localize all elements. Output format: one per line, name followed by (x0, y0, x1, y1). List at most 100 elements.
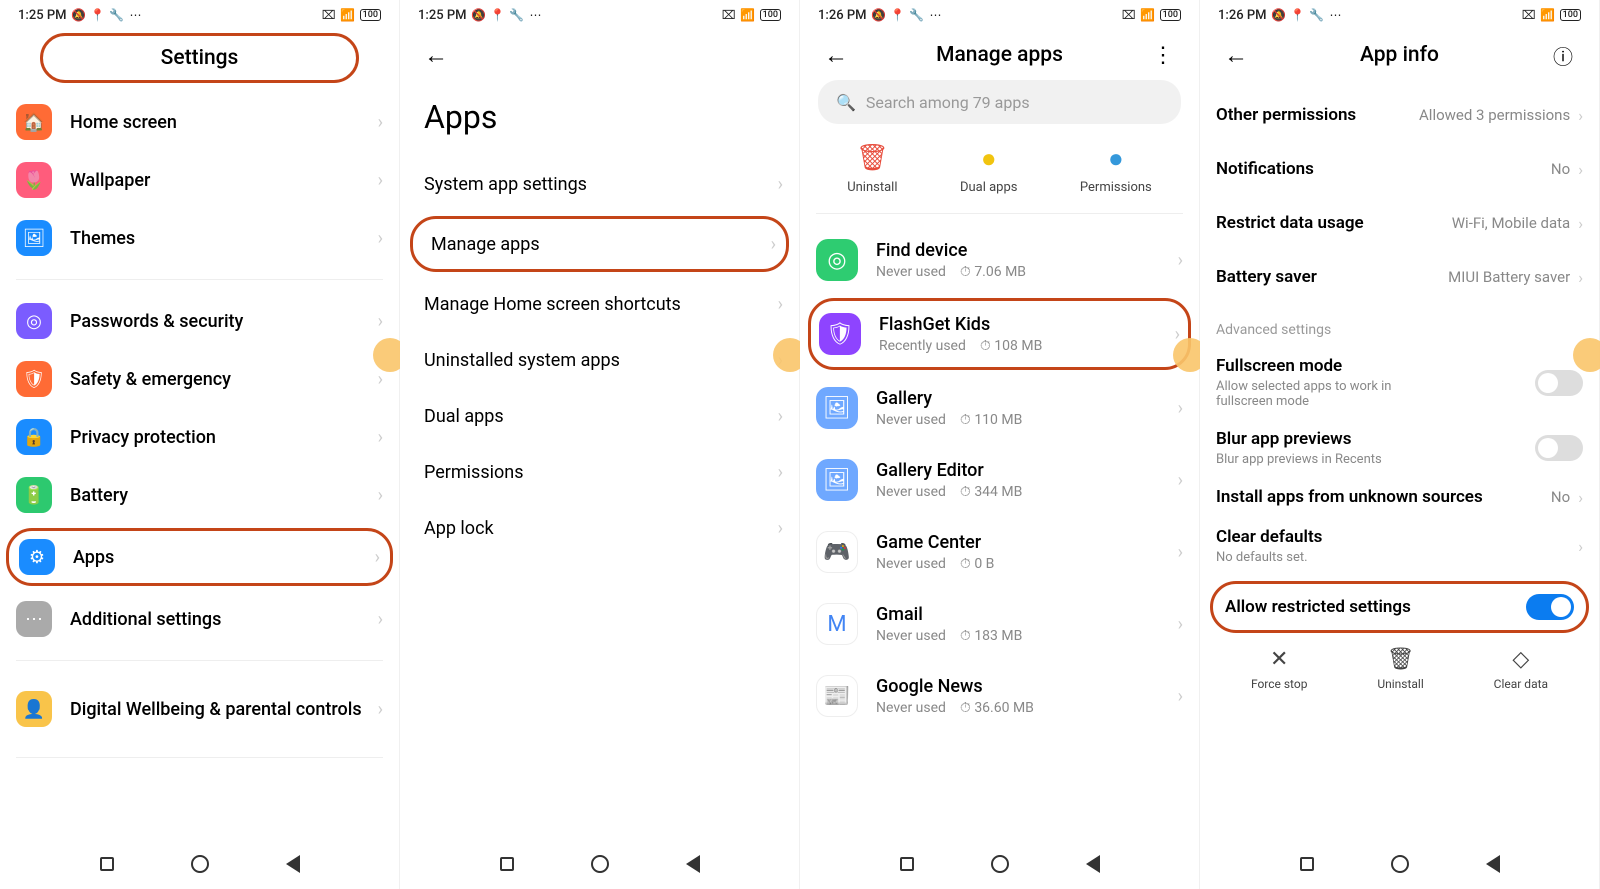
screen-settings: 1:25 PM 🔕 📍 🔧 ⋯ ⌧ 📶 100 Settings 🏠 Home … (0, 0, 400, 889)
app-icon: M (816, 603, 858, 645)
action-dual-apps[interactable]: ● Dual apps (960, 144, 1018, 195)
nav-recent[interactable] (96, 853, 118, 875)
dnd-icon: 🔕 (872, 8, 886, 22)
app-sub: Never used⏱ 110 MB (876, 412, 1178, 428)
row-icon: 🖼 (16, 220, 52, 256)
row-install-unknown[interactable]: Install apps from unknown sources No › (1216, 477, 1583, 517)
wifi-icon: 📶 (1541, 8, 1555, 22)
app-icon: 🖼 (816, 387, 858, 429)
chevron-right-icon: › (378, 485, 383, 506)
info-row-restrict-data-usage[interactable]: Restrict data usage Wi-Fi, Mobile data › (1216, 196, 1583, 250)
status-bar: 1:26 PM 🔕 📍 🔧 ⋯ ⌧ 📶 100 (1200, 0, 1599, 30)
apps-row-manage-apps[interactable]: Manage apps › (410, 216, 789, 272)
apps-row-uninstalled-system-apps[interactable]: Uninstalled system apps › (416, 332, 783, 388)
info-row-battery-saver[interactable]: Battery saver MIUI Battery saver › (1216, 250, 1583, 304)
nav-home[interactable] (989, 853, 1011, 875)
section-advanced: Advanced settings (1216, 322, 1583, 338)
settings-row-home-screen[interactable]: 🏠 Home screen › (16, 93, 383, 151)
apps-row-manage-home-screen-shortcuts[interactable]: Manage Home screen shortcuts › (416, 276, 783, 332)
app-row-flashget-kids[interactable]: 🛡 FlashGet Kids Recently used⏱ 108 MB › (808, 298, 1191, 370)
info-value: Allowed 3 permissions (1419, 106, 1570, 124)
settings-row-wallpaper[interactable]: 🌷 Wallpaper › (16, 151, 383, 209)
back-button[interactable]: ← (418, 37, 454, 73)
app-row-gallery-editor[interactable]: 🖼 Gallery Editor Never used⏱ 344 MB › (816, 444, 1183, 516)
page-title-apps: Apps (416, 80, 783, 156)
nav-home[interactable] (589, 853, 611, 875)
nav-back[interactable] (682, 853, 704, 875)
data-icon: ⌧ (1522, 8, 1536, 22)
back-button[interactable]: ← (818, 37, 854, 73)
row-allow-restricted[interactable]: Allow restricted settings (1210, 581, 1589, 633)
chevron-right-icon: › (1178, 686, 1183, 707)
chevron-right-icon: › (1178, 398, 1183, 419)
nav-home[interactable] (1389, 853, 1411, 875)
toggle-switch[interactable] (1535, 370, 1583, 396)
row-label: Privacy protection (70, 427, 378, 448)
nav-back[interactable] (1482, 853, 1504, 875)
divider (16, 660, 383, 661)
info-icon[interactable]: ⓘ (1545, 37, 1581, 73)
battery-icon: 100 (1560, 9, 1581, 21)
settings-row-battery[interactable]: 🔋 Battery › (16, 466, 383, 524)
battery-icon: 100 (760, 9, 781, 21)
row-icon: 🏠 (16, 104, 52, 140)
toggle-switch[interactable] (1535, 435, 1583, 461)
battery-icon: 100 (1160, 9, 1181, 21)
settings-row-additional-settings[interactable]: ⋯ Additional settings › (16, 590, 383, 648)
app-icon: 🖼 (816, 459, 858, 501)
more-icon: ⋯ (529, 8, 543, 22)
info-row-other-permissions[interactable]: Other permissions Allowed 3 permissions … (1216, 88, 1583, 142)
chevron-right-icon: › (1578, 160, 1583, 179)
chevron-right-icon: › (1178, 250, 1183, 271)
app-row-game-center[interactable]: 🎮 Game Center Never used⏱ 0 B › (816, 516, 1183, 588)
settings-row-themes[interactable]: 🖼 Themes › (16, 209, 383, 267)
settings-row-privacy-protection[interactable]: 🔒 Privacy protection › (16, 408, 383, 466)
baction-uninstall[interactable]: 🗑Uninstall (1377, 647, 1423, 691)
nav-bar (0, 839, 399, 889)
app-row-gallery[interactable]: 🖼 Gallery Never used⏱ 110 MB › (816, 372, 1183, 444)
row-label: Passwords & security (70, 311, 378, 332)
toggle-allow-restricted[interactable] (1526, 594, 1574, 620)
nav-recent[interactable] (896, 853, 918, 875)
app-row-gmail[interactable]: M Gmail Never used⏱ 183 MB › (816, 588, 1183, 660)
apps-row-permissions[interactable]: Permissions › (416, 444, 783, 500)
wrench-icon: 🔧 (1310, 8, 1324, 22)
app-name: FlashGet Kids (879, 314, 1175, 335)
action-uninstall[interactable]: 🗑 Uninstall (847, 144, 897, 195)
app-icon: ◎ (816, 239, 858, 281)
nav-back[interactable] (1082, 853, 1104, 875)
app-icon: 📰 (816, 675, 858, 717)
baction-icon: 🗑 (1387, 647, 1415, 672)
chevron-right-icon: › (1178, 470, 1183, 491)
nav-home[interactable] (189, 853, 211, 875)
app-row-google-news[interactable]: 📰 Google News Never used⏱ 36.60 MB › (816, 660, 1183, 732)
baction-label: Clear data (1494, 677, 1548, 691)
settings-row-digital-wellbeing-parental-controls[interactable]: 👤 Digital Wellbeing & parental controls … (16, 673, 383, 745)
toggle-row-fullscreen-mode[interactable]: Fullscreen mode Allow selected apps to w… (1216, 346, 1583, 419)
nav-back[interactable] (282, 853, 304, 875)
settings-row-safety-emergency[interactable]: 🛡 Safety & emergency › (16, 350, 383, 408)
back-button[interactable]: ← (1218, 37, 1254, 73)
nav-recent[interactable] (1296, 853, 1318, 875)
settings-row-passwords-security[interactable]: ◎ Passwords & security › (16, 292, 383, 350)
info-row-notifications[interactable]: Notifications No › (1216, 142, 1583, 196)
search-input[interactable]: 🔍 Search among 79 apps (818, 80, 1181, 124)
apps-row-dual-apps[interactable]: Dual apps › (416, 388, 783, 444)
row-clear-defaults[interactable]: Clear defaults No defaults set. › (1216, 517, 1583, 575)
app-row-find-device[interactable]: ◎ Find device Never used⏱ 7.06 MB › (816, 224, 1183, 296)
app-name: Gallery Editor (876, 460, 1178, 481)
baction-force-stop[interactable]: ✕Force stop (1251, 647, 1308, 691)
row-icon: 🔋 (16, 477, 52, 513)
apps-row-app-lock[interactable]: App lock › (416, 500, 783, 556)
settings-row-apps[interactable]: ⚙ Apps › (6, 528, 393, 586)
nav-recent[interactable] (496, 853, 518, 875)
row-icon: ⚙ (19, 539, 55, 575)
row-label: Manage Home screen shortcuts (416, 294, 778, 315)
row-label: System app settings (416, 174, 778, 195)
kebab-menu-icon[interactable]: ⋮ (1145, 37, 1181, 73)
action-permissions[interactable]: ● Permissions (1080, 144, 1152, 195)
toggle-row-blur-app-previews[interactable]: Blur app previews Blur app previews in R… (1216, 419, 1583, 477)
baction-clear-data[interactable]: ◇Clear data (1494, 647, 1548, 691)
apps-row-system-app-settings[interactable]: System app settings › (416, 156, 783, 212)
row-icon: 🌷 (16, 162, 52, 198)
